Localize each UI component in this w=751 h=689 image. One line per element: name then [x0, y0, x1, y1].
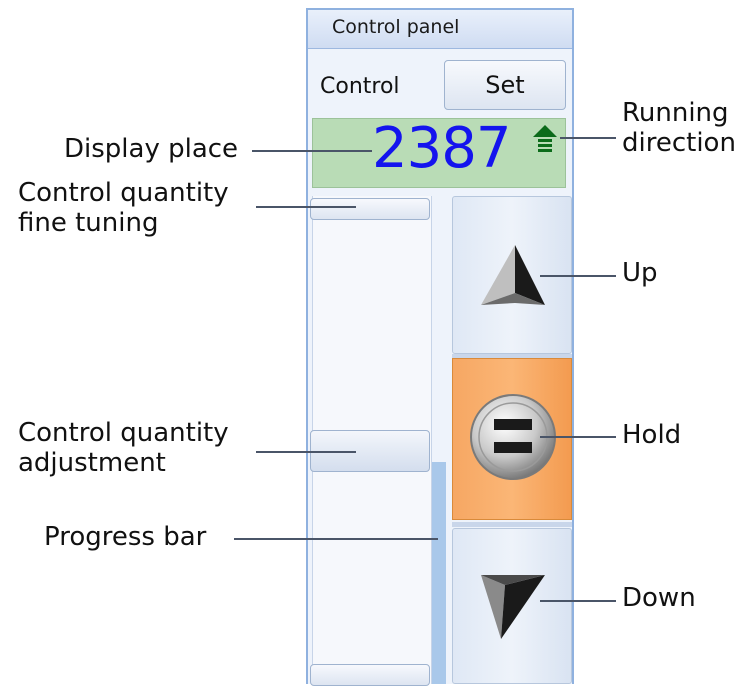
down-button[interactable]	[452, 528, 572, 684]
leader-line-adjustment	[256, 451, 356, 453]
label-down: Down	[622, 583, 696, 613]
running-direction-up-icon	[533, 125, 557, 152]
label-up: Up	[622, 258, 658, 288]
fine-tuning-handle[interactable]	[310, 198, 430, 220]
label-running-2: direction	[622, 128, 736, 158]
set-button[interactable]: Set	[444, 60, 566, 110]
label-fine-tuning-2: fine tuning	[18, 208, 159, 238]
control-label: Control	[320, 74, 400, 99]
leader-line-fine-tuning	[256, 206, 356, 208]
display-value: 2387	[372, 116, 512, 181]
label-display-place: Display place	[64, 134, 239, 164]
leader-line-up	[540, 275, 616, 277]
label-fine-tuning-1: Control quantity	[18, 178, 229, 208]
label-running-1: Running	[622, 98, 729, 128]
label-hold: Hold	[622, 420, 682, 450]
leader-line-down	[540, 600, 616, 602]
down-arrow-icon	[481, 575, 545, 639]
label-progress-bar: Progress bar	[44, 522, 207, 552]
leader-line-hold	[540, 436, 616, 438]
leader-line-running	[560, 137, 616, 139]
hold-button[interactable]	[452, 358, 572, 520]
hold-icon	[470, 394, 556, 480]
separator	[452, 522, 572, 527]
label-adjustment-2: adjustment	[18, 448, 166, 478]
progress-bar	[432, 462, 446, 684]
panel-title: Control panel	[332, 16, 460, 38]
leader-line-display	[252, 150, 372, 152]
bottom-handle[interactable]	[310, 664, 430, 686]
label-adjustment-1: Control quantity	[18, 418, 229, 448]
leader-line-progress	[234, 538, 438, 540]
